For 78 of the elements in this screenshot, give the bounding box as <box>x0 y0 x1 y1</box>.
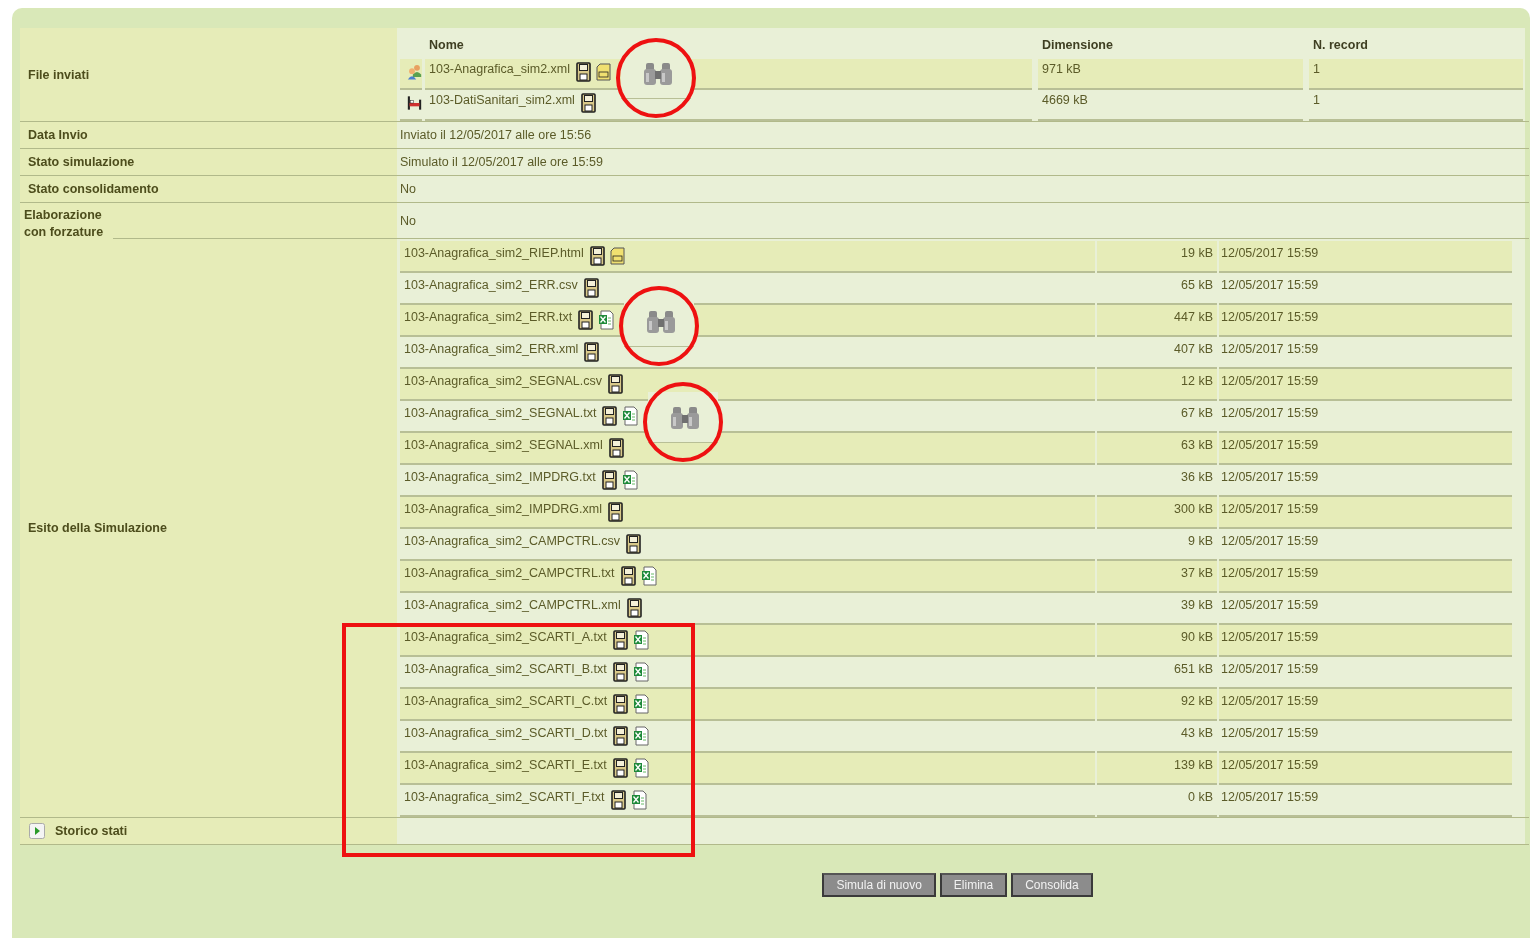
file-link[interactable]: 103-Anagrafica_sim2_SCARTI_A.txt <box>404 630 607 644</box>
field-value: Simulato il 12/05/2017 alle ore 15:59 <box>400 155 603 169</box>
table-cell: 12/05/2017 15:59 <box>1219 561 1512 593</box>
file-link[interactable]: 103-Anagrafica_sim2_SCARTI_F.txt <box>404 790 605 804</box>
table-cell: 12/05/2017 15:59 <box>1219 753 1512 785</box>
spreadsheet-file-icon[interactable] <box>632 758 649 778</box>
table-cell: 90 kB <box>1097 625 1217 657</box>
column-header: N. record <box>1312 37 1369 54</box>
spreadsheet-file-icon[interactable] <box>633 694 650 714</box>
file-link[interactable]: 103-Anagrafica_sim2_SCARTI_D.txt <box>404 726 608 740</box>
section-toggle[interactable]: Storico stati <box>55 824 128 838</box>
table-cell: 12/05/2017 15:59 <box>1219 305 1512 337</box>
spreadsheet-file-icon[interactable] <box>621 470 638 490</box>
file-link[interactable]: 103-Anagrafica_sim2_CAMPCTRL.csv <box>404 534 621 548</box>
file-link[interactable]: 103-Anagrafica_sim2_SCARTI_E.txt <box>404 758 607 772</box>
table-cell: 12/05/2017 15:59 <box>1219 497 1512 529</box>
spreadsheet-file-icon[interactable] <box>630 790 647 810</box>
file-link[interactable]: 103-Anagrafica_sim2.xml <box>429 62 571 76</box>
file-link[interactable]: 103-Anagrafica_sim2_CAMPCTRL.xml <box>404 598 621 612</box>
spreadsheet-file-icon[interactable] <box>598 310 615 330</box>
spreadsheet-file-icon[interactable] <box>632 662 649 682</box>
zip-file-icon[interactable] <box>609 247 625 265</box>
table-cell: 12/05/2017 15:59 <box>1219 785 1512 817</box>
file-link[interactable]: 103-Anagrafica_sim2_IMPDRG.xml <box>404 502 602 516</box>
column-header: Nome <box>428 37 465 54</box>
file-link[interactable]: 103-Anagrafica_sim2_SEGNAL.txt <box>404 406 597 420</box>
table-cell: 12/05/2017 15:59 <box>1219 689 1512 721</box>
row-label: File inviati <box>20 28 397 122</box>
expand-toggle-icon[interactable] <box>29 823 45 839</box>
table-cell: 0 kB <box>1097 785 1217 817</box>
table-cell: 63 kB <box>1097 433 1217 465</box>
action-button[interactable]: Consolida <box>1011 873 1093 897</box>
file-link[interactable]: 103-Anagrafica_sim2_SCARTI_B.txt <box>404 662 607 676</box>
spreadsheet-file-icon[interactable] <box>622 406 639 426</box>
file-link[interactable]: 103-Anagrafica_sim2_SCARTI_C.txt <box>404 694 608 708</box>
table-cell: 12/05/2017 15:59 <box>1219 369 1512 401</box>
file-link[interactable]: 103-Anagrafica_sim2_ERR.csv <box>404 278 578 292</box>
table-cell: 1 <box>1309 59 1523 90</box>
table-cell: 12/05/2017 15:59 <box>1219 433 1512 465</box>
file-link[interactable]: 103-Anagrafica_sim2_RIEP.html <box>404 246 584 260</box>
spreadsheet-file-icon[interactable] <box>640 566 657 586</box>
table-cell: 92 kB <box>1097 689 1217 721</box>
table-cell: 1 <box>1309 90 1523 121</box>
field-value: No <box>400 213 416 228</box>
bed-icon <box>407 93 422 113</box>
table-cell: 12 kB <box>1097 369 1217 401</box>
people-icon <box>407 62 422 82</box>
action-button[interactable]: Elimina <box>939 873 1008 897</box>
binoculars-icon[interactable] <box>643 60 672 86</box>
row-label: Esito della Simulazione <box>20 239 397 818</box>
table-cell: 19 kB <box>1097 241 1217 273</box>
table-cell: 4669 kB <box>1038 90 1303 121</box>
spreadsheet-file-icon[interactable] <box>633 726 650 746</box>
file-link[interactable]: 103-Anagrafica_sim2_ERR.xml <box>404 342 579 356</box>
table-cell: 139 kB <box>1097 753 1217 785</box>
table-cell: 971 kB <box>1038 59 1303 90</box>
file-link[interactable]: 103-Anagrafica_sim2_ERR.txt <box>404 310 573 324</box>
file-link[interactable]: 103-DatiSanitari_sim2.xml <box>429 93 575 107</box>
zip-file-icon[interactable] <box>596 63 612 81</box>
table-cell: 12/05/2017 15:59 <box>1219 625 1512 657</box>
table-cell: 300 kB <box>1097 497 1217 529</box>
column-header: Dimensione <box>1041 37 1114 54</box>
row-label: Stato consolidamento <box>20 176 397 203</box>
row-label: Stato simulazione <box>20 149 397 176</box>
action-button[interactable]: Simula di nuovo <box>822 873 936 897</box>
table-cell: 447 kB <box>1097 305 1217 337</box>
field-value: No <box>400 182 416 196</box>
table-cell: 37 kB <box>1097 561 1217 593</box>
file-link[interactable]: 103-Anagrafica_sim2_CAMPCTRL.txt <box>404 566 615 580</box>
spreadsheet-file-icon[interactable] <box>632 630 649 650</box>
file-link[interactable]: 103-Anagrafica_sim2_IMPDRG.txt <box>404 470 596 484</box>
field-value: Inviato il 12/05/2017 alle ore 15:56 <box>400 128 592 142</box>
binoculars-icon[interactable] <box>670 404 699 430</box>
table-cell: 12/05/2017 15:59 <box>1219 241 1512 273</box>
row-label: Data Invio <box>20 122 397 149</box>
binoculars-icon[interactable] <box>646 308 675 334</box>
file-link[interactable]: 103-Anagrafica_sim2_SEGNAL.xml <box>404 438 603 452</box>
file-link[interactable]: 103-Anagrafica_sim2_SEGNAL.csv <box>404 374 602 388</box>
